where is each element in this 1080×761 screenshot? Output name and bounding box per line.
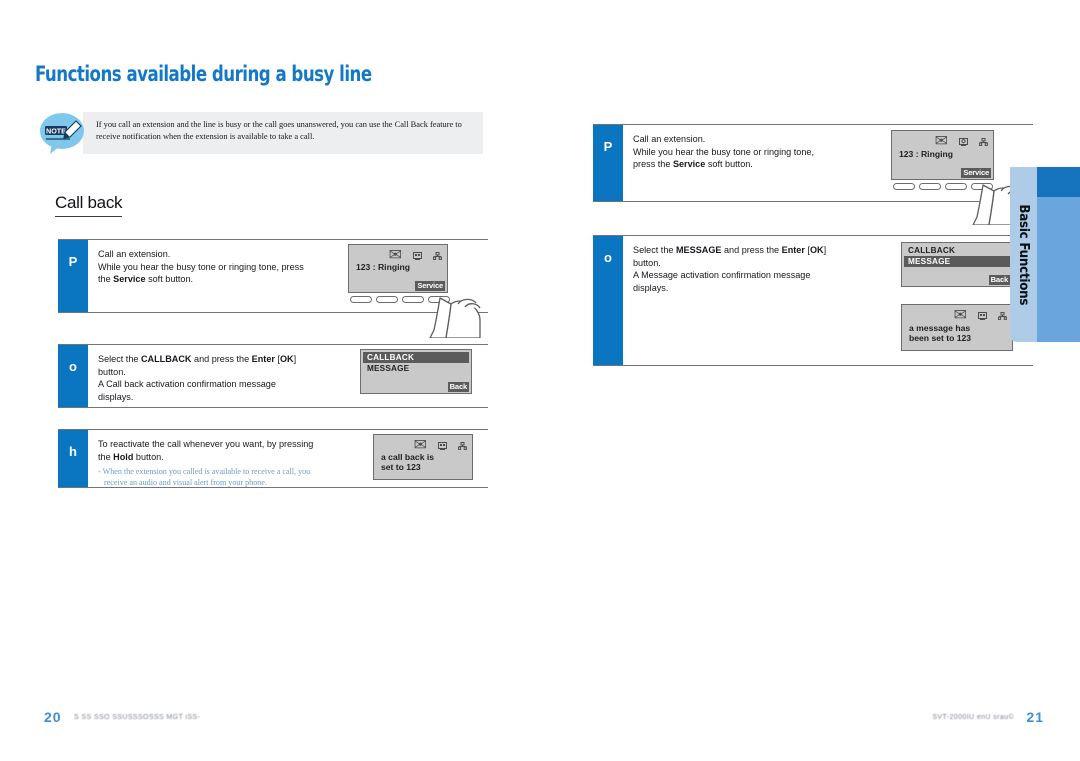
phone-menu-item-message[interactable]: MESSAGE <box>363 363 469 374</box>
phone-screen-line: set to 123 <box>381 462 421 472</box>
envelope-icon: ✉ <box>953 307 967 324</box>
phone-menu-item-message[interactable]: MESSAGE <box>904 256 1010 267</box>
step-marker: o <box>593 236 623 365</box>
display-icon <box>413 248 422 264</box>
step-row: o Select the CALLBACK and press the Ente… <box>58 344 488 408</box>
page-number-right: 21 <box>1026 709 1044 725</box>
page-title: Functions available during a busy line <box>35 62 372 87</box>
phone-softkey-label: Back <box>988 275 1010 285</box>
softkey-2[interactable] <box>376 296 398 303</box>
display-icon <box>438 438 447 454</box>
softkey-1[interactable] <box>893 183 915 190</box>
step-marker: o <box>58 345 88 407</box>
softkey-3[interactable] <box>402 296 424 303</box>
softkey-2[interactable] <box>919 183 941 190</box>
step-marker: P <box>58 240 88 312</box>
running-footer-left: S SS SSO SSUSSSOSSS MGT iSS- <box>74 714 201 721</box>
page-number-left: 20 <box>44 709 62 725</box>
phone-menu-item-callback[interactable]: CALLBACK <box>363 352 469 363</box>
note-pencil-icon: NOTE <box>38 110 90 156</box>
phone-screen-line: a call back is <box>381 452 435 462</box>
phone-softkey-label: Back <box>447 382 469 392</box>
envelope-icon: ✉ <box>934 133 948 150</box>
thumb-tab-header <box>1037 167 1080 197</box>
phone-screen-icons: ✉ <box>935 134 988 150</box>
svg-text:NOTE: NOTE <box>46 126 66 135</box>
phone-menu-item-callback[interactable]: CALLBACK <box>904 245 1010 256</box>
network-icon <box>432 248 442 264</box>
page-spread: Functions available during a busy line I… <box>0 0 1080 761</box>
step-row: P Call an extension. While you hear the … <box>593 124 1033 226</box>
step-row: o Select the MESSAGE and press the Enter… <box>593 235 1033 366</box>
display-icon <box>959 134 968 150</box>
phone-screen-confirmation: ✉ a message has been set to 123 <box>901 304 1013 351</box>
step-row: h To reactivate the call whenever you wa… <box>58 429 488 488</box>
phone-screen-line: a message has <box>909 323 971 333</box>
note-text: If you call an extension and the line is… <box>96 120 462 141</box>
note-body: If you call an extension and the line is… <box>83 112 483 154</box>
left-page: Functions available during a busy line I… <box>0 0 540 761</box>
phone-screen: ✉ 123 : Ringing Service <box>891 130 994 180</box>
network-icon <box>978 134 988 150</box>
phone-screen: ✉ 123 : Ringing Service <box>348 244 448 293</box>
network-icon <box>997 308 1007 324</box>
section-title-call-back: Call back <box>55 193 123 217</box>
phone-screen-line: been set to 123 <box>909 333 972 343</box>
running-footer-right: SVT-2000IU enU srau© <box>932 714 1014 721</box>
note-callout: If you call an extension and the line is… <box>38 108 490 158</box>
phone-screen-line: 123 : Ringing <box>899 149 953 159</box>
network-icon <box>457 438 467 454</box>
right-page: Call Message Transfer redirects a connec… <box>540 0 1080 761</box>
display-icon <box>978 308 987 324</box>
phone-screen-icons: ✉ <box>954 308 1007 324</box>
softkey-1[interactable] <box>350 296 372 303</box>
hand-pointer-icon <box>426 292 488 343</box>
phone-screen: CALLBACK MESSAGE Back <box>360 349 472 394</box>
phone-softkey-label: Service <box>415 281 445 291</box>
phone-softkey-label: Service <box>961 168 991 178</box>
thumb-tab-body <box>1037 197 1080 342</box>
thumb-tab-basic-functions[interactable]: Basic Functions <box>1010 167 1080 342</box>
step-row: P Call an extension. While you hear the … <box>58 239 488 339</box>
phone-screen: ✉ a call back is set to 123 <box>373 434 473 480</box>
phone-screen: CALLBACK MESSAGE Back <box>901 242 1013 287</box>
step-marker: P <box>593 125 623 201</box>
thumb-tab-label: Basic Functions <box>1016 204 1031 305</box>
softkey-3[interactable] <box>945 183 967 190</box>
step-marker: h <box>58 430 88 487</box>
phone-screen-line: 123 : Ringing <box>356 262 410 272</box>
